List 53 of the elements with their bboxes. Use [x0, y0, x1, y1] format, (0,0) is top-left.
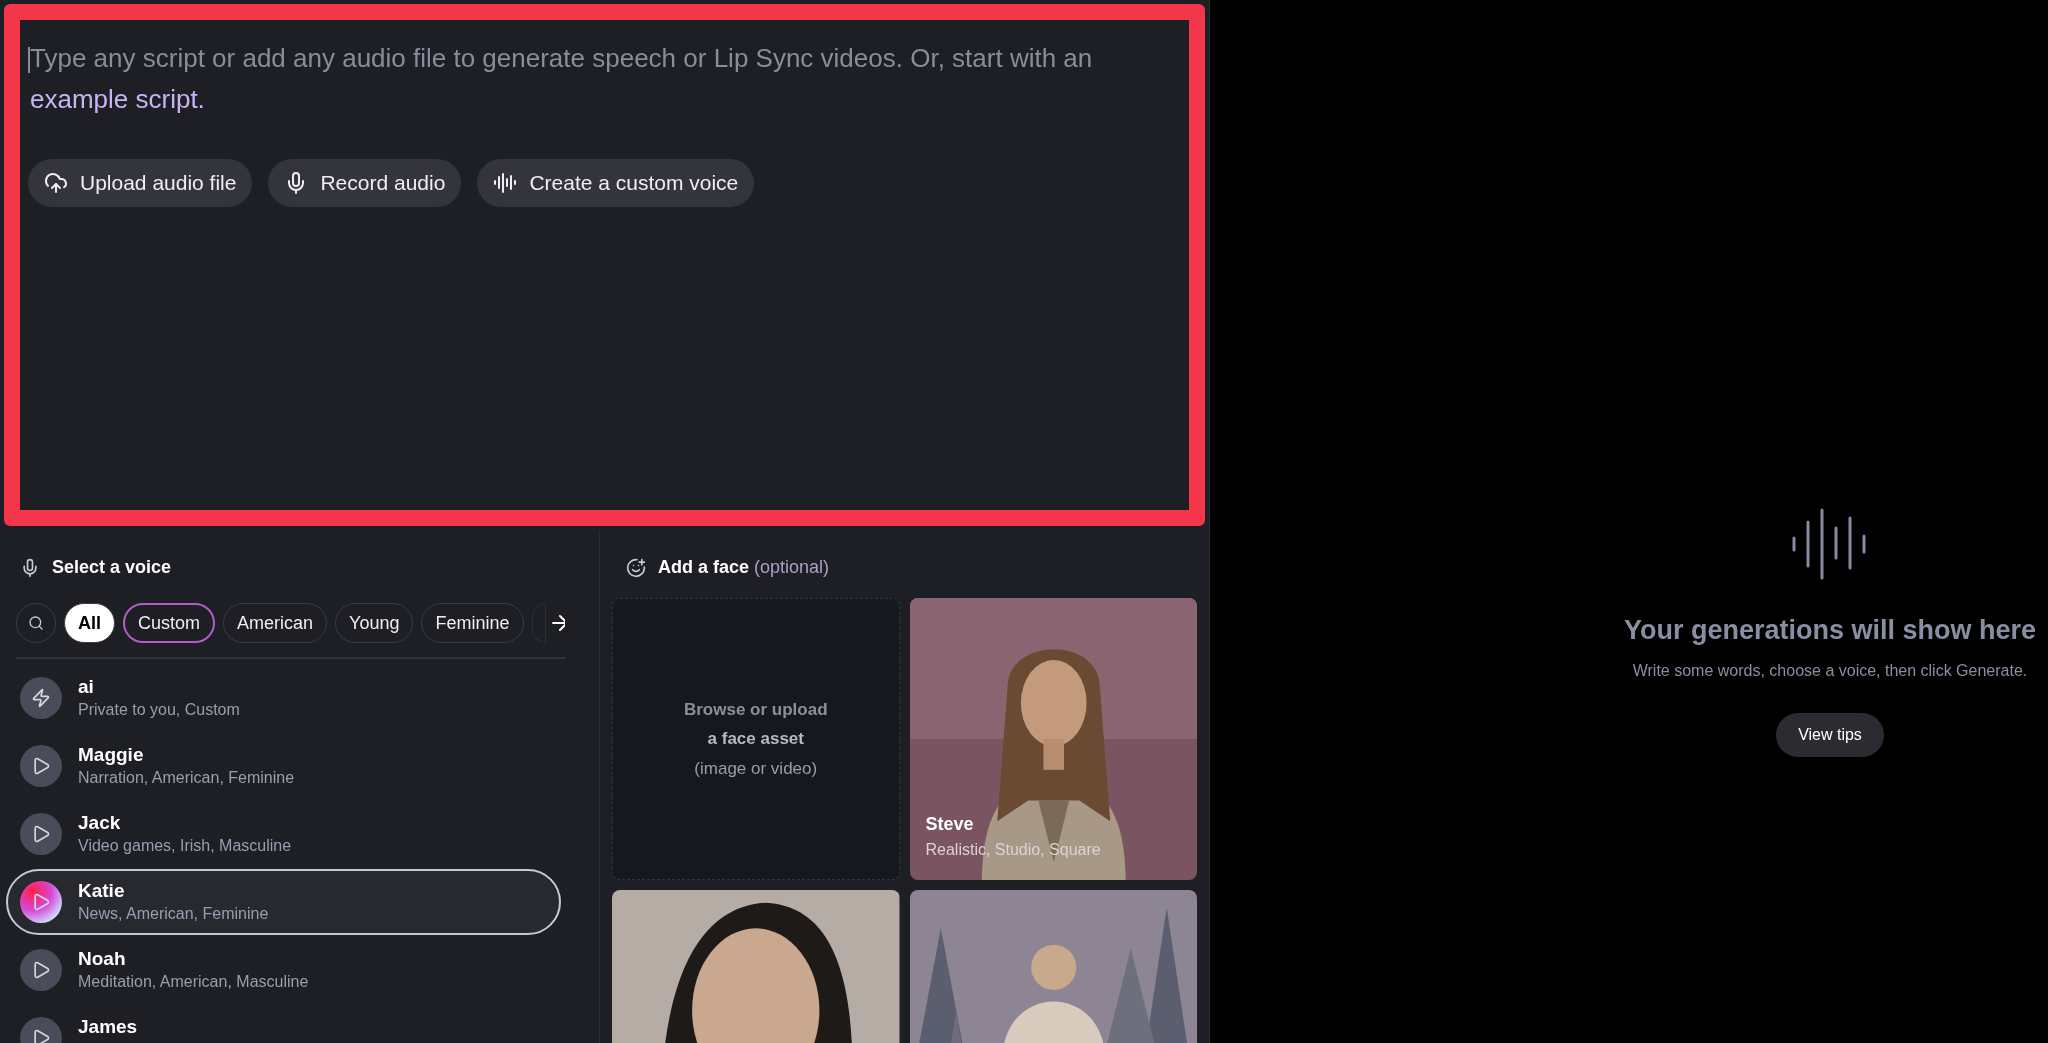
- voice-name: ai: [78, 675, 95, 699]
- face-upload-area[interactable]: Browse or upload a face asset (image or video): [612, 598, 900, 880]
- face-name: Steve: [925, 813, 975, 836]
- view-tips-button[interactable]: View tips: [1776, 712, 1884, 757]
- voice-name: Maggie: [78, 743, 145, 767]
- voice-row[interactable]: Noah Meditation, American, Masculine: [6, 937, 561, 1003]
- empty-state-title: Your generations will show here: [1623, 614, 2037, 647]
- voice-avatar[interactable]: [20, 745, 62, 787]
- search-icon: [28, 615, 44, 631]
- voice-tags: Video games, Irish, Masculine: [78, 835, 292, 857]
- voice-avatar[interactable]: [20, 813, 62, 855]
- action-button[interactable]: Upload audio file: [28, 159, 253, 207]
- voice-avatar[interactable]: [20, 677, 62, 719]
- play-icon: [31, 756, 51, 776]
- voice-row[interactable]: Maggie Narration, American, Feminine: [6, 733, 561, 799]
- script-placeholder: Type any script or add any audio file to generate speech or Lip Sync videos. Or, start with an: [30, 43, 1093, 73]
- play-icon: [31, 1028, 51, 1043]
- voice-row[interactable]: James: [6, 1005, 561, 1043]
- example-script-link[interactable]: example script.: [30, 84, 205, 114]
- voice-tags: Narration, American, Feminine: [78, 767, 295, 789]
- voice-name: Jack: [78, 811, 122, 835]
- filter-chip[interactable]: All: [64, 603, 115, 643]
- filter-chip[interactable]: Custom: [123, 603, 216, 643]
- action-button[interactable]: Record audio: [268, 159, 462, 207]
- voice-avatar[interactable]: [20, 949, 62, 991]
- voice-panel-title: Select a voice: [52, 556, 172, 579]
- microphone-icon: [20, 557, 40, 578]
- cloud-upload-icon: [44, 171, 68, 195]
- voice-name: Noah: [78, 947, 127, 971]
- empty-state-subtitle: Write some words, choose a voice, then click Generate.: [1632, 660, 2028, 681]
- voice-tags: Meditation, American, Masculine: [78, 971, 309, 993]
- play-icon: [31, 892, 51, 912]
- play-icon: [31, 824, 51, 844]
- voice-row[interactable]: ai Private to you, Custom: [6, 665, 561, 731]
- voice-name: Katie: [78, 879, 126, 903]
- voice-row[interactable]: Jack Video games, Irish, Masculine: [6, 801, 561, 867]
- voice-row[interactable]: Katie News, American, Feminine: [6, 869, 561, 935]
- action-button[interactable]: Create a custom voice: [477, 159, 755, 207]
- play-icon: [31, 960, 51, 980]
- face-tags: Realistic, Studio, Square: [925, 838, 1101, 862]
- script-field[interactable]: Type any script or add any audio file to generate speech or Lip Sync videos. Or, start with an example script.: [28, 38, 1181, 120]
- voice-tags: News, American, Feminine: [78, 903, 269, 925]
- text-cursor: [28, 47, 30, 73]
- upload-prompt-line: a face asset: [707, 728, 804, 751]
- upload-prompt: Browse or upload: [683, 698, 828, 721]
- voice-name: James: [78, 1015, 138, 1039]
- upload-hint: (image or video): [694, 757, 818, 780]
- smiley-add-icon: [626, 557, 646, 578]
- voice-avatar[interactable]: [20, 881, 62, 923]
- lightning-icon: [31, 688, 51, 708]
- voice-icon: [493, 171, 518, 195]
- voice-tags: Private to you, Custom: [78, 699, 240, 721]
- face-panel-title: Add a face (optional): [658, 556, 830, 579]
